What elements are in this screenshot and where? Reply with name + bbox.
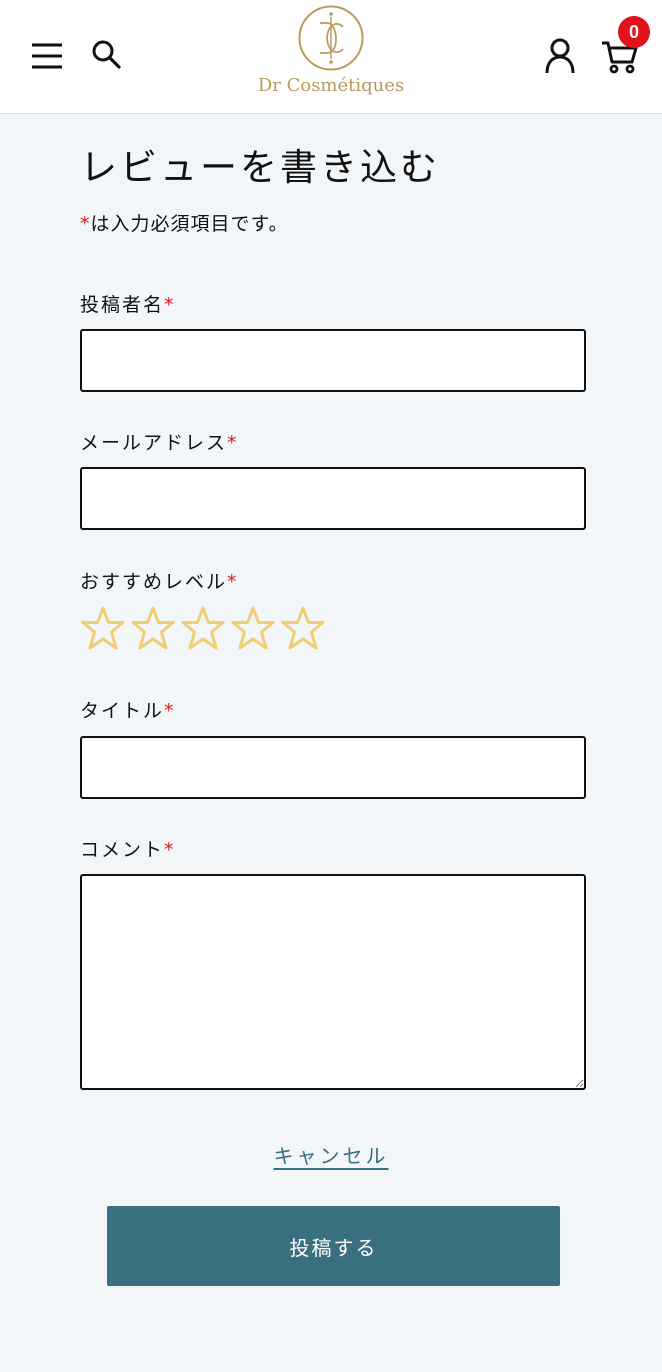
cancel-link[interactable]: キャンセル	[274, 1144, 389, 1168]
cart-button[interactable]: 0	[596, 16, 650, 78]
name-input[interactable]	[80, 329, 586, 392]
name-label: 投稿者名*	[80, 290, 176, 317]
star-icon-5[interactable]	[280, 604, 326, 654]
cancel-link-container: キャンセル	[0, 1140, 662, 1169]
rating-required-mark: *	[227, 571, 239, 593]
comment-textarea[interactable]	[80, 874, 586, 1090]
rating-label-text: おすすめレベル	[80, 571, 228, 593]
email-label-text: メールアドレス	[80, 432, 228, 454]
star-icon-4[interactable]	[230, 604, 276, 654]
required-note: *は入力必須項目です。	[80, 209, 289, 236]
email-required-mark: *	[227, 432, 239, 454]
required-note-text: は入力必須項目です。	[90, 213, 289, 235]
search-icon	[92, 40, 121, 69]
comment-label: コメント*	[80, 835, 176, 862]
rating-stars	[80, 604, 326, 654]
title-required-mark: *	[164, 700, 176, 722]
comment-label-text: コメント	[80, 839, 165, 861]
account-button[interactable]	[538, 34, 582, 78]
email-input[interactable]	[80, 467, 586, 530]
brand-logo[interactable]: Dr Cosmétiques	[250, 0, 412, 113]
submit-button[interactable]: 投稿する	[107, 1206, 560, 1286]
cart-count-badge: 0	[618, 16, 650, 48]
page-title: レビューを書き込む	[80, 146, 440, 189]
menu-button[interactable]	[24, 34, 70, 78]
logo-text: Dr Cosmétiques	[257, 75, 405, 96]
title-label: タイトル*	[80, 696, 176, 723]
site-header: Dr Cosmétiques 0	[0, 0, 662, 114]
star-icon-2[interactable]	[130, 604, 176, 654]
comment-required-mark: *	[164, 839, 176, 861]
logo-mark-icon	[298, 5, 364, 71]
user-icon	[545, 38, 575, 74]
required-mark: *	[80, 213, 91, 235]
name-label-text: 投稿者名	[80, 294, 165, 316]
star-icon-3[interactable]	[180, 604, 226, 654]
rating-label: おすすめレベル*	[80, 567, 239, 594]
hamburger-menu-icon	[32, 43, 62, 69]
star-icon-1[interactable]	[80, 604, 126, 654]
name-required-mark: *	[164, 294, 176, 316]
review-title-input[interactable]	[80, 736, 586, 799]
email-label: メールアドレス*	[80, 428, 239, 455]
search-button[interactable]	[84, 32, 128, 76]
title-label-text: タイトル	[80, 700, 165, 722]
